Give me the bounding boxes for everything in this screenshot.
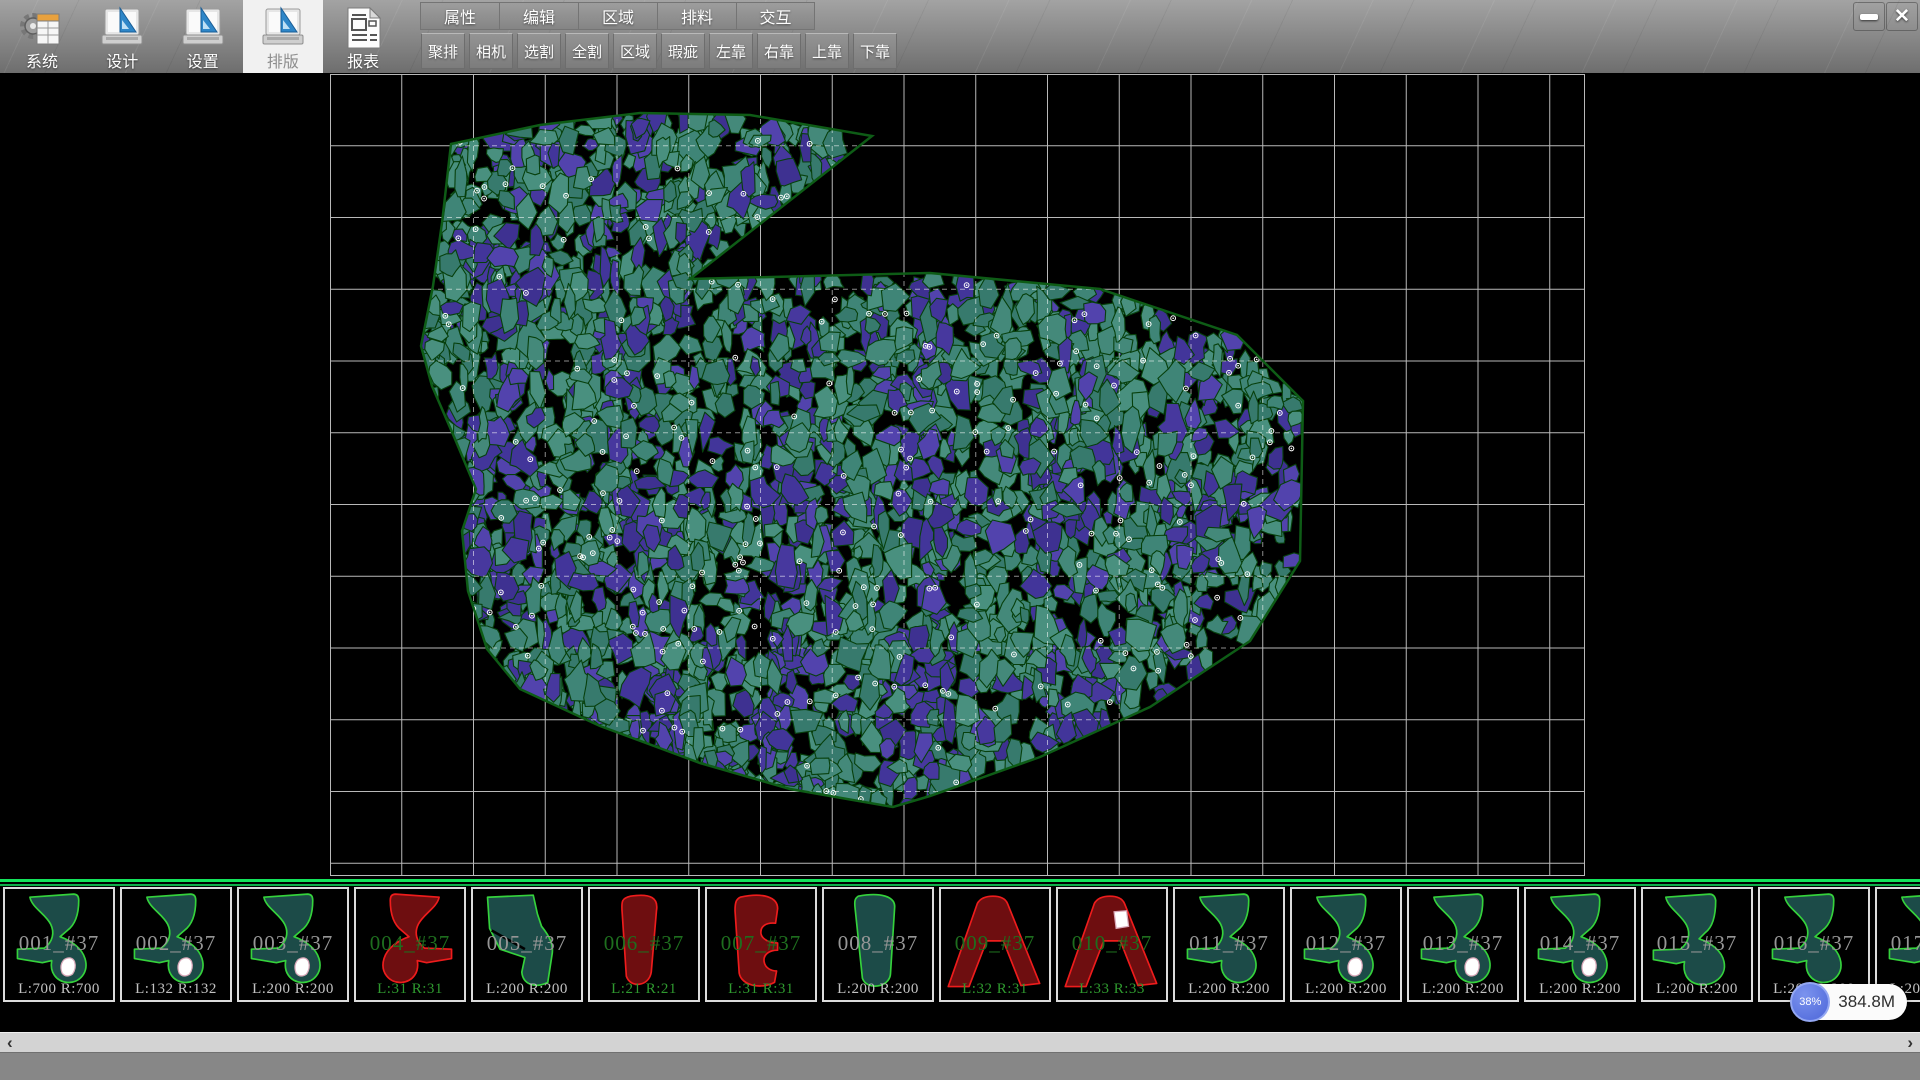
- part-shape: [1294, 891, 1398, 998]
- part-thumbnail-015_#37[interactable]: 015_#37L:200 R:200: [1641, 887, 1753, 1002]
- part-shape: [943, 891, 1047, 998]
- part-shape: [826, 891, 930, 998]
- memory-value: 384.8M: [1838, 992, 1895, 1012]
- part-shape: [592, 891, 696, 998]
- part-thumbnail-006_#37[interactable]: 006_#37L:21 R:21: [588, 887, 700, 1002]
- app-tab-报表[interactable]: 报表: [323, 0, 403, 73]
- close-button[interactable]: ✕: [1886, 2, 1918, 31]
- tool-button-瑕疵[interactable]: 瑕疵: [661, 33, 705, 69]
- menu-tab-属性[interactable]: 属性: [420, 2, 499, 30]
- app-tab-label: 系统: [26, 53, 58, 72]
- part-shape: [709, 891, 813, 998]
- settings-ruler-icon: [179, 6, 227, 53]
- part-thumbnail-003_#37[interactable]: 003_#37L:200 R:200: [237, 887, 349, 1002]
- tool-button-右靠[interactable]: 右靠: [757, 33, 801, 69]
- tool-button-区域[interactable]: 区域: [613, 33, 657, 69]
- menu-tab-bar: 属性编辑区域排料交互: [420, 2, 815, 30]
- tool-button-相机[interactable]: 相机: [469, 33, 513, 69]
- part-shape: [358, 891, 462, 998]
- status-bar: [0, 1052, 1920, 1080]
- tool-button-选割[interactable]: 选割: [517, 33, 561, 69]
- part-shape: [1879, 891, 1920, 998]
- scroll-right-icon[interactable]: ›: [1907, 1033, 1913, 1053]
- app-tab-系统[interactable]: 系统: [2, 0, 82, 73]
- tool-button-row: 聚排相机选割全割区域瑕疵左靠右靠上靠下靠: [421, 33, 901, 69]
- tool-button-全割[interactable]: 全割: [565, 33, 609, 69]
- horizontal-scrollbar[interactable]: ‹ ›: [0, 1032, 1920, 1052]
- report-doc-icon: [339, 6, 387, 53]
- part-shape: [475, 891, 579, 998]
- app-tab-label: 排版: [267, 53, 299, 72]
- part-thumbnail-001_#37[interactable]: 001_#37L:700 R:700: [3, 887, 115, 1002]
- app-tab-label: 设置: [187, 53, 219, 72]
- tool-button-左靠[interactable]: 左靠: [709, 33, 753, 69]
- titlebar: 系统设计设置排版报表 属性编辑区域排料交互 聚排相机选割全割区域瑕疵左靠右靠上靠…: [0, 0, 1920, 73]
- part-thumbnail-004_#37[interactable]: 004_#37L:31 R:31: [354, 887, 466, 1002]
- part-shape: [1645, 891, 1749, 998]
- part-thumbnail-008_#37[interactable]: 008_#37L:200 R:200: [822, 887, 934, 1002]
- part-shape: [1528, 891, 1632, 998]
- memory-badge[interactable]: 38% 384.8M: [1792, 984, 1907, 1020]
- app-tab-设置[interactable]: 设置: [163, 0, 243, 73]
- part-thumbnail-014_#37[interactable]: 014_#37L:200 R:200: [1524, 887, 1636, 1002]
- nesting-canvas[interactable]: [0, 73, 1920, 879]
- nesting-layout-svg[interactable]: [330, 74, 1585, 876]
- part-thumbnail-009_#37[interactable]: 009_#37L:32 R:31: [939, 887, 1051, 1002]
- menu-tab-交互[interactable]: 交互: [736, 2, 815, 30]
- part-shape: [7, 891, 111, 998]
- scroll-left-icon[interactable]: ‹: [7, 1033, 13, 1053]
- tool-button-下靠[interactable]: 下靠: [853, 33, 897, 69]
- part-thumbnail-013_#37[interactable]: 013_#37L:200 R:200: [1407, 887, 1519, 1002]
- part-thumbnail-012_#37[interactable]: 012_#37L:200 R:200: [1290, 887, 1402, 1002]
- app-tab-label: 报表: [347, 53, 379, 72]
- part-thumbnail-005_#37[interactable]: 005_#37L:200 R:200: [471, 887, 583, 1002]
- tool-button-聚排[interactable]: 聚排: [421, 33, 465, 69]
- nesting-ruler-icon: [259, 6, 307, 53]
- part-shape: [241, 891, 345, 998]
- part-shape: [124, 891, 228, 998]
- app-tab-label: 设计: [106, 53, 138, 72]
- part-shape: [1177, 891, 1281, 998]
- part-shape: [1411, 891, 1515, 998]
- design-ruler-icon: [98, 6, 146, 53]
- part-thumbnail-011_#37[interactable]: 011_#37L:200 R:200: [1173, 887, 1285, 1002]
- system-gear-icon: [18, 6, 66, 53]
- strip-top-divider: [0, 879, 1920, 886]
- tool-button-上靠[interactable]: 上靠: [805, 33, 849, 69]
- menu-tab-排料[interactable]: 排料: [657, 2, 736, 30]
- minimize-button[interactable]: [1853, 2, 1885, 31]
- part-thumbnail-007_#37[interactable]: 007_#37L:31 R:31: [705, 887, 817, 1002]
- part-shape: [1060, 891, 1164, 998]
- part-thumbnail-010_#37[interactable]: 010_#37L:33 R:33: [1056, 887, 1168, 1002]
- progress-circle: 38%: [1790, 982, 1830, 1022]
- part-thumbnail-002_#37[interactable]: 002_#37L:132 R:132: [120, 887, 232, 1002]
- close-icon: ✕: [1894, 5, 1910, 28]
- parts-strip: 001_#37L:700 R:700002_#37L:132 R:132003_…: [0, 879, 1920, 1008]
- menu-tab-编辑[interactable]: 编辑: [499, 2, 578, 30]
- app-tab-排版[interactable]: 排版: [243, 0, 323, 73]
- minimize-icon: [1860, 14, 1878, 20]
- menu-tab-区域[interactable]: 区域: [578, 2, 657, 30]
- app-tab-设计[interactable]: 设计: [82, 0, 162, 73]
